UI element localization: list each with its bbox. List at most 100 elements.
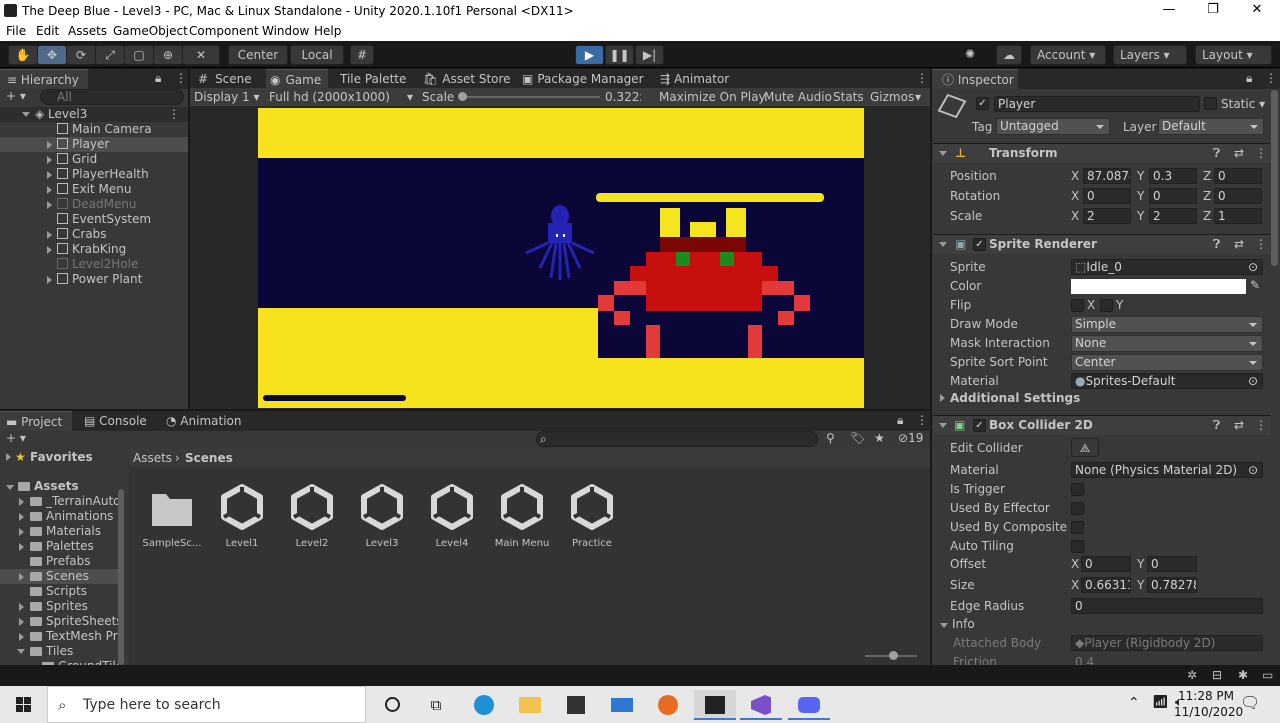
expand-arrow-icon[interactable] — [47, 186, 52, 194]
windows-start-icon[interactable] — [6, 690, 42, 720]
axis-x-label[interactable]: X — [1071, 189, 1079, 203]
mail-icon[interactable] — [604, 690, 640, 720]
hierarchy-item[interactable]: Exit Menu — [0, 182, 188, 197]
menu-edit[interactable]: Edit — [36, 24, 59, 38]
stats-toggle[interactable]: Stats — [833, 90, 864, 104]
cache-server-icon[interactable]: ⊟ — [1212, 668, 1222, 682]
used-by-effector-checkbox[interactable] — [1071, 502, 1084, 515]
axis-x-label[interactable]: X — [1071, 578, 1079, 592]
layer-dropdown[interactable]: Default — [1158, 118, 1264, 135]
size-x-field[interactable]: 0.663111 — [1081, 577, 1131, 593]
box-collider-header[interactable]: ▣ ✓ Box Collider 2D ❓︎ ⇄ ⋮ — [933, 415, 1270, 435]
task-view-icon[interactable]: ⧉ — [418, 690, 454, 720]
tree-folder[interactable]: Animations — [0, 509, 118, 524]
tree-folder[interactable]: _TerrainAutoU — [0, 494, 118, 509]
edge-radius-field[interactable]: 0 — [1071, 598, 1263, 614]
breadcrumb-assets[interactable]: Assets — [133, 451, 172, 465]
tab-inspector[interactable]: ⓘ Inspector — [932, 69, 1018, 89]
asset-item[interactable]: SampleSc... — [137, 482, 207, 549]
transform-header[interactable]: ⊥ Transform ❓︎ ⇄ ⋮ — [933, 143, 1270, 163]
expand-arrow-icon[interactable] — [19, 633, 24, 641]
center-kebab-icon[interactable]: ⋮ — [916, 71, 928, 85]
hierarchy-search-input[interactable]: All — [40, 89, 184, 105]
auto-gen-lighting-icon[interactable]: ✲ — [1187, 668, 1197, 682]
tab-console[interactable]: ▤ Console — [84, 411, 147, 431]
axis-y-label[interactable]: Y — [1137, 557, 1144, 571]
is-trigger-checkbox[interactable] — [1071, 483, 1084, 496]
store-icon[interactable] — [558, 690, 594, 720]
status-collapse-icon[interactable]: ▭ — [1262, 668, 1273, 682]
gizmos-dropdown-icon[interactable]: ▾ — [915, 90, 921, 104]
move-tool-icon[interactable]: ✥ — [37, 45, 67, 65]
axis-z-label[interactable]: Z — [1203, 209, 1211, 223]
tree-folder[interactable]: Palettes — [0, 539, 118, 554]
breadcrumb-scenes[interactable]: Scenes — [185, 451, 233, 465]
tab-package-manager[interactable]: ▣ Package Manager — [522, 69, 644, 89]
hierarchy-item[interactable]: Power Plant — [0, 272, 188, 287]
edge-icon[interactable] — [466, 690, 502, 720]
hierarchy-item[interactable]: PlayerHealth — [0, 167, 188, 182]
material-object-field[interactable]: ●Sprites-Default ⊙ — [1071, 373, 1263, 389]
eyedropper-icon[interactable]: ✎ — [1250, 278, 1260, 292]
inspector-kebab-icon[interactable]: ⋮ — [1265, 71, 1277, 85]
menu-gameobject[interactable]: GameObject — [113, 24, 188, 38]
hierarchy-item[interactable]: Grid — [0, 152, 188, 167]
tree-folder[interactable]: Scripts — [0, 584, 118, 599]
expand-arrow-icon[interactable] — [47, 171, 52, 179]
clock-time[interactable]: 11:28 PM — [1178, 689, 1234, 703]
unity-app-icon[interactable] — [694, 690, 736, 720]
expand-arrow-icon[interactable] — [47, 231, 52, 239]
layers-dropdown[interactable]: Layers ▾ — [1113, 45, 1187, 65]
axis-x-label[interactable]: X — [1071, 557, 1079, 571]
object-picker-icon[interactable]: ⊙ — [1248, 260, 1258, 274]
hierarchy-item[interactable]: Main Camera — [0, 122, 188, 137]
pause-button[interactable]: ❚❚ — [605, 45, 634, 65]
static-dropdown[interactable]: Static ▾ — [1221, 97, 1265, 111]
step-button[interactable]: ▶| — [635, 45, 664, 65]
transform-scale-y-field[interactable]: 2 — [1149, 208, 1197, 224]
file-explorer-icon[interactable] — [512, 690, 548, 720]
expand-arrow-icon[interactable] — [19, 528, 24, 536]
collapse-arrow-icon[interactable] — [939, 423, 947, 428]
transform-scale-z-field[interactable]: 1 — [1214, 208, 1262, 224]
transform-position-z-field[interactable]: 0 — [1214, 168, 1262, 184]
axis-x-label[interactable]: X — [1071, 209, 1079, 223]
display-dropdown[interactable]: Display 1 ▾ — [194, 90, 260, 104]
expand-arrow-icon[interactable] — [17, 649, 25, 654]
game-viewport[interactable] — [258, 108, 864, 408]
object-picker-icon[interactable]: ⊙ — [1248, 374, 1258, 388]
help-icon[interactable]: ❓︎ — [1213, 416, 1220, 435]
asset-item[interactable]: Main Menu — [487, 482, 557, 549]
tab-hierarchy[interactable]: ≡ Hierarchy — [0, 69, 88, 89]
visual-studio-icon[interactable] — [740, 690, 782, 720]
gameobject-active-checkbox[interactable]: ✓ — [976, 97, 989, 110]
edit-collider-button[interactable]: ⟁ — [1071, 438, 1099, 457]
favorite-star-icon[interactable]: ★ — [874, 431, 885, 445]
axis-z-label[interactable]: Z — [1203, 169, 1211, 183]
inspector-scrollbar[interactable] — [1271, 90, 1278, 266]
collab-icon[interactable]: ✺ — [958, 45, 982, 65]
offset-x-field[interactable]: 0 — [1081, 556, 1131, 572]
notifications-icon[interactable]: 🗨︎ — [1240, 693, 1260, 712]
create-add-button[interactable]: + ▾ — [6, 89, 26, 103]
rotate-tool-icon[interactable]: ⟳ — [66, 45, 96, 65]
size-y-field[interactable]: 0.782787 — [1147, 577, 1197, 593]
maximize-on-play-toggle[interactable]: Maximize On Play — [659, 90, 766, 104]
tree-folder[interactable]: Prefabs — [0, 554, 118, 569]
expand-arrow-icon[interactable] — [47, 141, 52, 149]
cloud-icon[interactable]: ☁ — [996, 45, 1022, 65]
expand-arrow-icon[interactable] — [47, 201, 52, 209]
transform-position-y-field[interactable]: 0.3 — [1149, 168, 1197, 184]
rect-tool-icon[interactable]: ▢ — [124, 45, 154, 65]
hierarchy-item[interactable]: EventSystem — [0, 212, 188, 227]
tab-game[interactable]: ◉ Game — [266, 69, 328, 89]
used-by-composite-checkbox[interactable] — [1071, 521, 1084, 534]
tree-folder[interactable]: Scenes — [0, 569, 118, 584]
inspector-lock-icon[interactable]: 🔒︎ — [1246, 71, 1252, 86]
expand-arrow-icon[interactable] — [19, 513, 24, 521]
asset-item[interactable]: Level1 — [207, 482, 277, 549]
scale-slider-thumb[interactable] — [458, 92, 467, 101]
help-icon[interactable]: ❓︎ — [1213, 235, 1220, 254]
axis-y-label[interactable]: Y — [1137, 578, 1144, 592]
pivot-local-button[interactable]: Local — [290, 45, 344, 65]
